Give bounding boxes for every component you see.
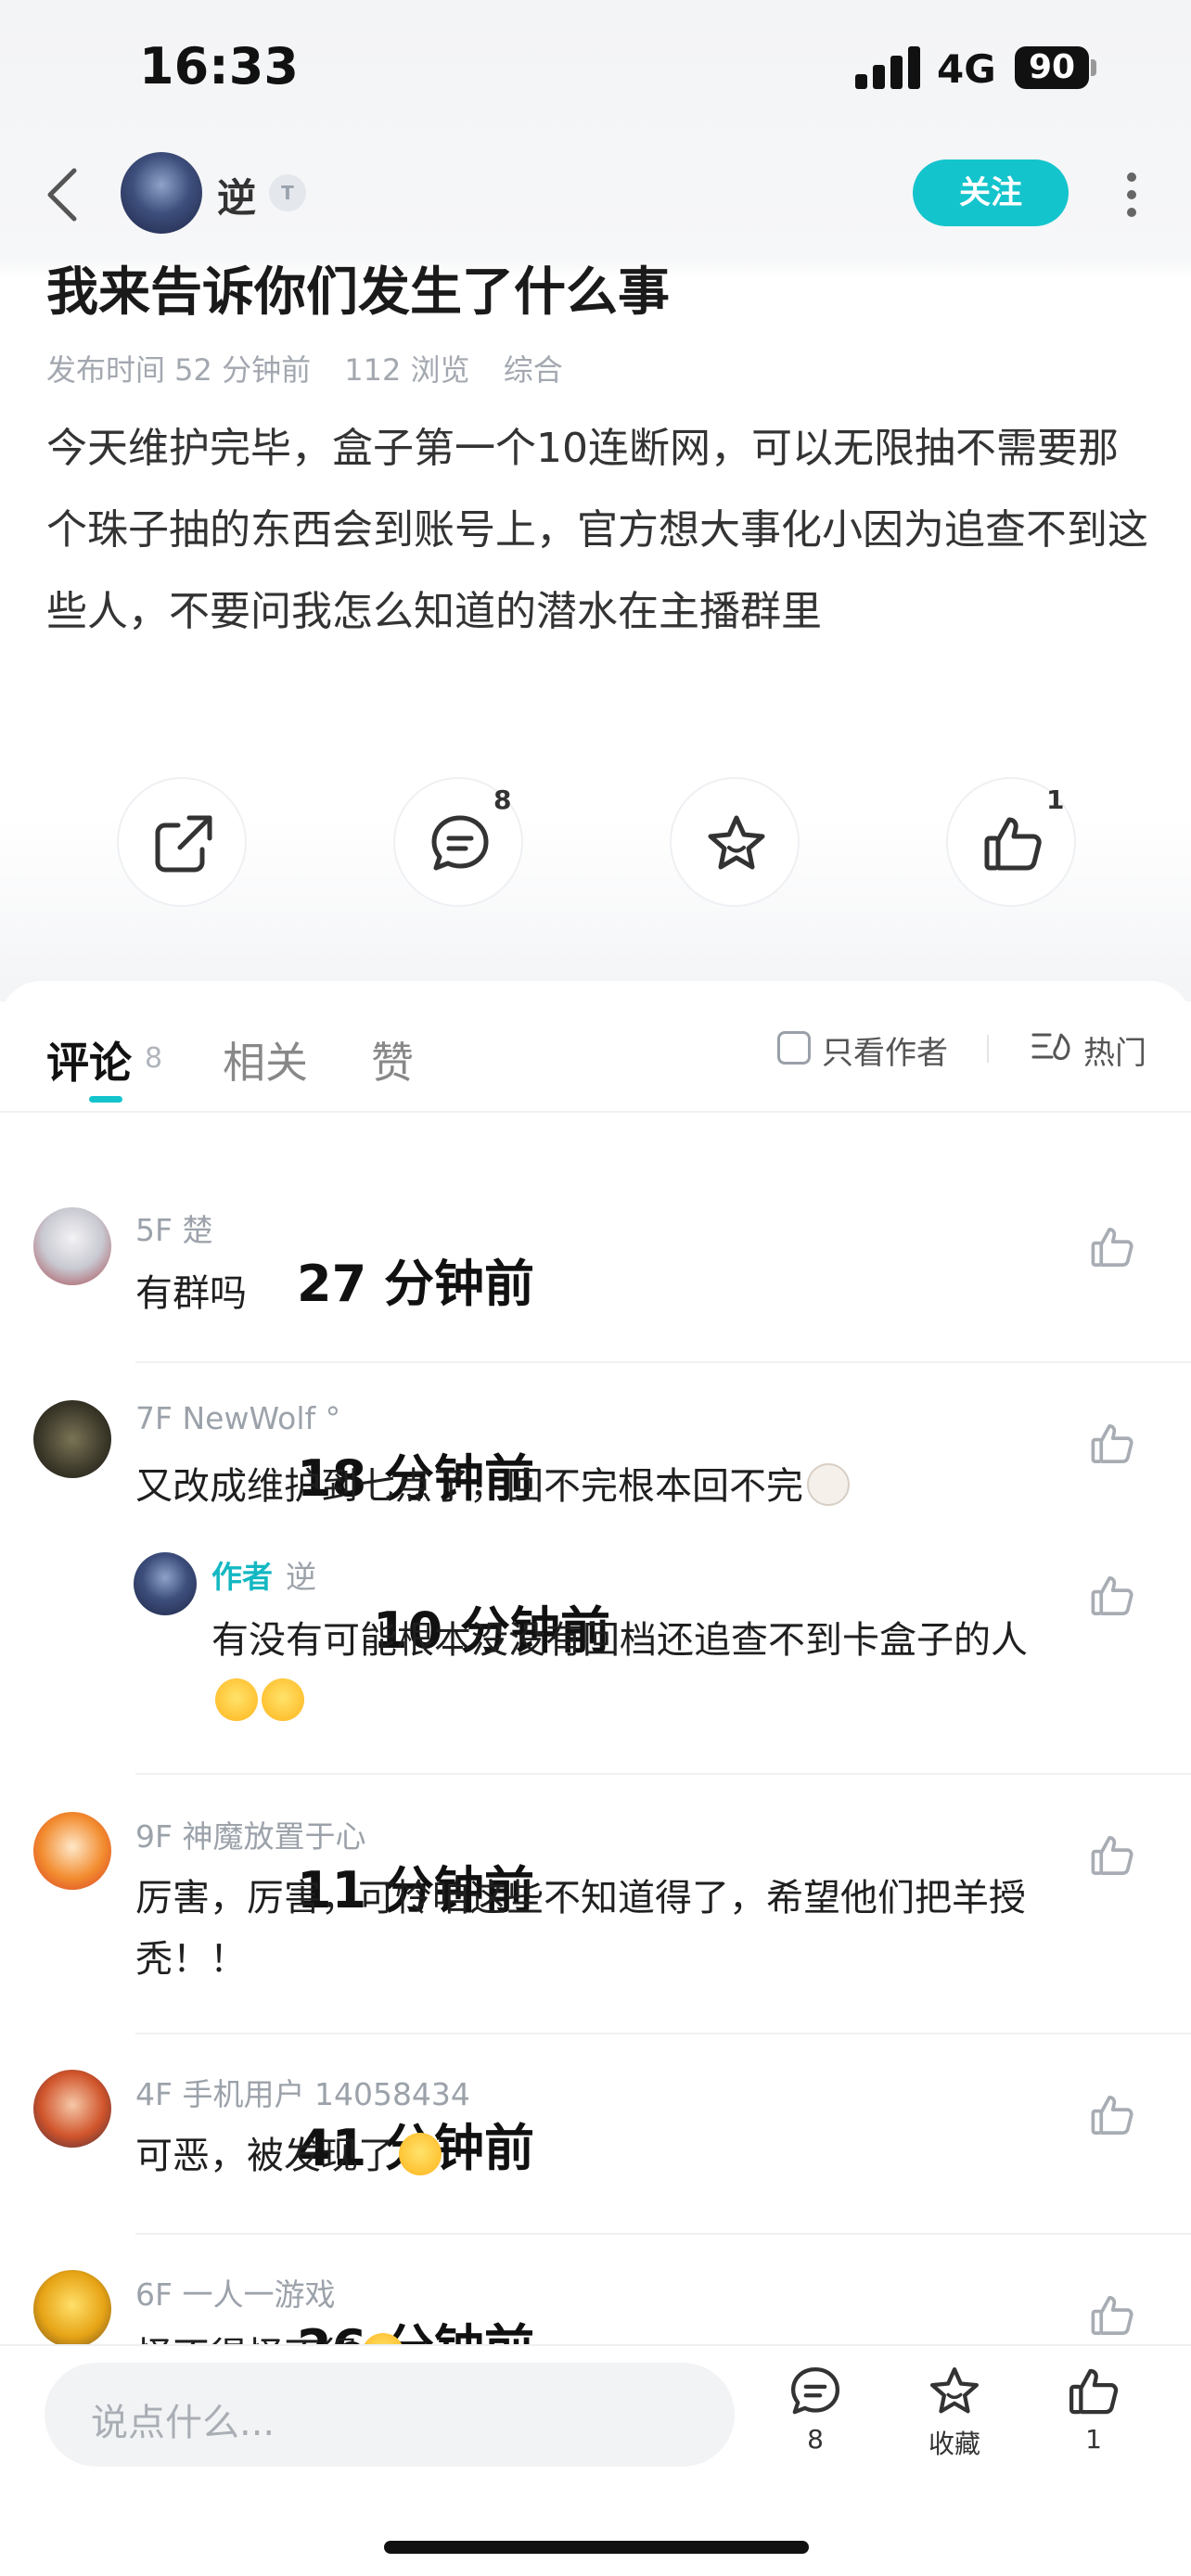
smile-emoji-icon bbox=[215, 1678, 258, 1721]
status-time: 16:33 bbox=[139, 37, 299, 96]
comment-like-icon[interactable] bbox=[1089, 1421, 1135, 1467]
comment-divider bbox=[135, 2233, 1191, 2235]
battery-tip bbox=[1091, 59, 1096, 76]
tab-comments-count: 8 bbox=[145, 1042, 163, 1075]
only-author-label[interactable]: 只看作者 bbox=[822, 1027, 948, 1073]
view-count: 112 浏览 bbox=[344, 352, 470, 388]
reply-text: 有没有可能根本没没有回档还追查不到卡盒子的人 bbox=[211, 1610, 1065, 1732]
bottom-comment-button[interactable]: 8 bbox=[764, 2365, 866, 2455]
comment-like-icon[interactable] bbox=[1089, 1832, 1135, 1879]
comment-header: 7F NewWolf ° 18 分钟前 bbox=[135, 1400, 534, 1508]
author-avatar[interactable] bbox=[121, 152, 202, 234]
tab-comments[interactable]: 评论 bbox=[46, 1029, 132, 1090]
comment-text-content: 怪不得怪不得 bbox=[135, 2335, 358, 2344]
comment-floor-user[interactable]: 7F NewWolf ° bbox=[135, 1400, 340, 1436]
comment-header: 4F 手机用户 14058434 41 分钟前 bbox=[135, 2070, 534, 2177]
favorite-button[interactable] bbox=[670, 777, 800, 907]
battery-icon: 90 bbox=[1015, 46, 1089, 89]
star-icon bbox=[708, 815, 765, 870]
comment-input-placeholder: 说点什么... bbox=[91, 2402, 275, 2444]
comment-floor-user[interactable]: 5F 楚 bbox=[135, 1212, 212, 1248]
sort-hot-icon[interactable] bbox=[1031, 1029, 1072, 1066]
smile-emoji-icon bbox=[262, 1678, 304, 1721]
comment-divider bbox=[135, 1773, 1191, 1775]
comment-text-content: 可恶，被发现了 bbox=[135, 2135, 395, 2177]
filter-separator bbox=[987, 1035, 989, 1063]
star-icon bbox=[929, 2366, 980, 2414]
post-body: 今天维护完毕，盒子第一个10连断网，可以无限抽不需要那个珠子抽的东西会到账号上，… bbox=[46, 425, 1148, 635]
only-author-checkbox[interactable] bbox=[777, 1031, 811, 1065]
network-type: 4G bbox=[937, 46, 996, 92]
commenter-avatar[interactable] bbox=[33, 1207, 111, 1285]
comment-header: 9F 神魔放置于心 11 分钟前 bbox=[135, 1812, 534, 1919]
bottom-favorite-label: 收藏 bbox=[928, 2429, 980, 2459]
post-title: 我来告诉你们发生了什么事 bbox=[46, 262, 670, 323]
reply-user[interactable]: 逆 bbox=[286, 1559, 316, 1595]
comment-text: 可恶，被发现了 bbox=[135, 2125, 1063, 2187]
comment-header: 6F 一人一游戏26 分钟前 bbox=[135, 2270, 534, 2344]
level-badge: T bbox=[269, 174, 306, 211]
tabs-divider bbox=[0, 1111, 1191, 1113]
thumbs-up-icon bbox=[984, 817, 1042, 871]
post-category: 综合 bbox=[503, 352, 563, 388]
status-bar: 16:33 4G 90 bbox=[0, 0, 1191, 139]
thumbs-up-icon bbox=[1069, 2368, 1119, 2415]
smile-emoji-icon bbox=[399, 2133, 442, 2175]
comment-divider bbox=[135, 2033, 1191, 2034]
commenter-avatar[interactable] bbox=[33, 2270, 111, 2344]
bottom-like-button[interactable]: 1 bbox=[1043, 2365, 1145, 2455]
bottom-favorite-button[interactable]: 收藏 bbox=[903, 2365, 1005, 2461]
post-meta: 发布时间 52 分钟前 112 浏览 综合 bbox=[46, 347, 587, 389]
comment-like-icon[interactable] bbox=[1089, 1224, 1135, 1270]
bottom-like-count: 1 bbox=[1085, 2424, 1102, 2455]
more-icon[interactable] bbox=[1122, 167, 1141, 223]
tab-active-indicator bbox=[89, 1096, 122, 1103]
sort-hot-label[interactable]: 热门 bbox=[1083, 1027, 1146, 1073]
commenter-avatar[interactable] bbox=[33, 1400, 111, 1478]
comment-text-content: 又改成维护到七点了，回不完根本回不完 bbox=[135, 1465, 803, 1508]
nav-bar: 逆 T 关注 bbox=[0, 139, 1191, 250]
back-icon[interactable] bbox=[37, 159, 93, 230]
post-card: 我来告诉你们发生了什么事 发布时间 52 分钟前 112 浏览 综合 今天维护完… bbox=[0, 250, 1191, 992]
signal-icon bbox=[855, 45, 920, 89]
comment-like-icon[interactable] bbox=[1089, 2092, 1135, 2138]
reply-header: 作者逆 10 分钟前 bbox=[211, 1552, 610, 1660]
comment-text: 又改成维护到七点了，回不完根本回不完 bbox=[135, 1456, 1063, 1517]
home-indicator bbox=[384, 2541, 809, 2554]
like-count: 1 bbox=[1046, 784, 1065, 815]
author-tag: 作者 bbox=[211, 1559, 273, 1595]
reply-like-icon[interactable] bbox=[1089, 1573, 1135, 1619]
comment-text: 厉害，厉害，可怜咱这些不知道得了，希望他们把羊授秃！！ bbox=[135, 1877, 1026, 1981]
commenter-avatar[interactable] bbox=[33, 1812, 111, 1890]
comment-text: 怪不得怪不得 bbox=[135, 2326, 1063, 2344]
share-icon bbox=[155, 815, 212, 873]
comment-header: 5F 楚 27 分钟前 bbox=[135, 1205, 534, 1313]
comment-icon bbox=[431, 815, 489, 871]
follow-button[interactable]: 关注 bbox=[913, 159, 1069, 226]
comment-divider bbox=[135, 1361, 1191, 1363]
commenter-avatar[interactable] bbox=[33, 2070, 111, 2148]
tab-likes[interactable]: 赞 bbox=[371, 1029, 414, 1090]
comment-count: 8 bbox=[493, 784, 512, 815]
publish-time: 发布时间 52 分钟前 bbox=[46, 352, 312, 388]
comment-input[interactable]: 说点什么... bbox=[45, 2363, 735, 2467]
reply-avatar[interactable] bbox=[134, 1552, 197, 1615]
comment-icon bbox=[790, 2366, 840, 2415]
cat-emoji-icon bbox=[807, 1463, 850, 1506]
bottom-comment-count: 8 bbox=[807, 2424, 824, 2455]
comments-panel: 评论 8 相关 赞 只看作者 热门 5F 楚 27 分钟前 有群吗 7F NewW… bbox=[0, 981, 1191, 2344]
comment-like-icon[interactable] bbox=[1089, 2292, 1135, 2339]
comment-text: 有群吗 bbox=[135, 1272, 247, 1315]
reply-text-content: 有没有可能根本没没有回档还追查不到卡盒子的人 bbox=[211, 1619, 1028, 1662]
author-name[interactable]: 逆 bbox=[217, 167, 256, 223]
crying-emoji-icon bbox=[362, 2333, 404, 2344]
share-button[interactable] bbox=[117, 777, 247, 907]
tab-related[interactable]: 相关 bbox=[223, 1029, 308, 1090]
